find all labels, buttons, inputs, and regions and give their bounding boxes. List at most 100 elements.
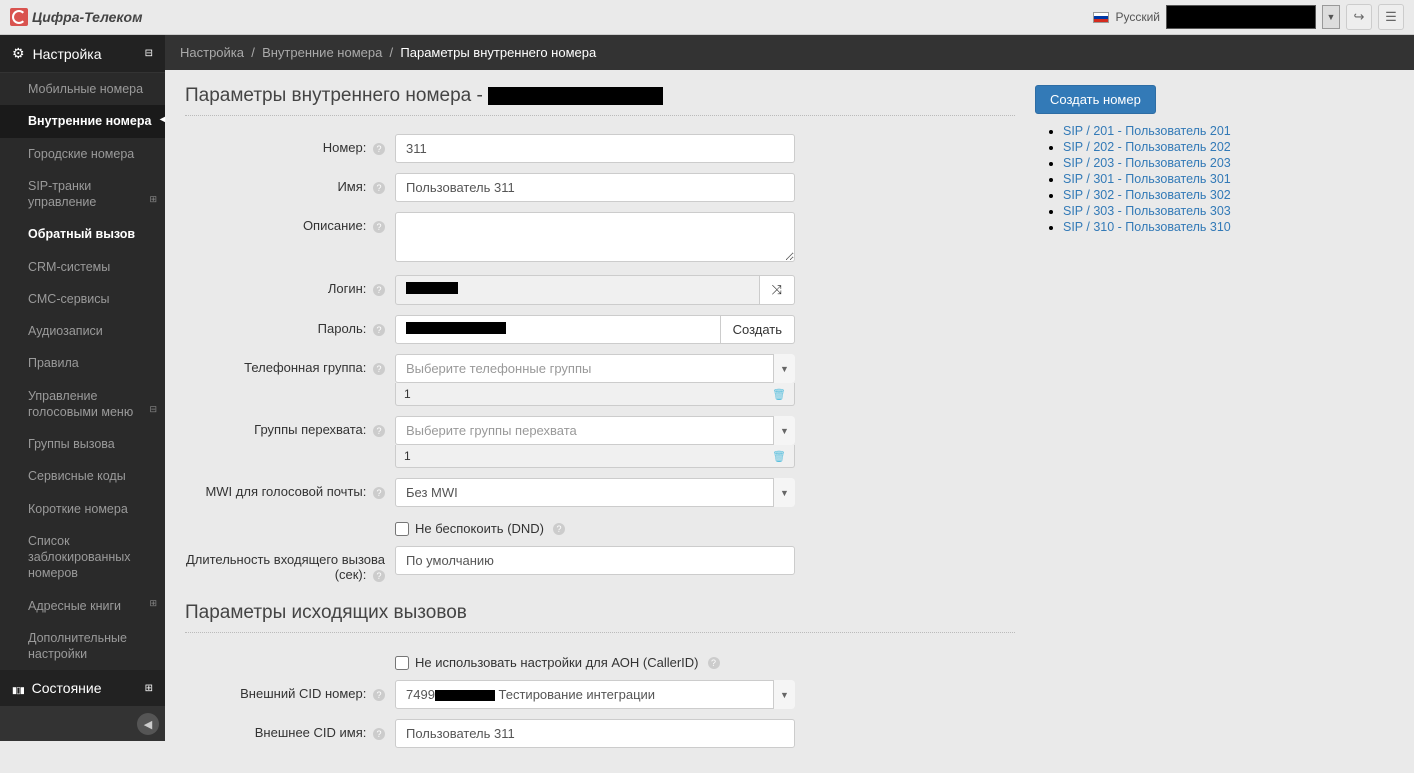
no-callerid-checkbox[interactable] xyxy=(395,656,409,670)
phone-group-tag: 1 🗑 xyxy=(395,383,795,406)
expand-icon: ⊞ xyxy=(149,598,157,610)
page-title: Параметры внутреннего номера - xyxy=(185,85,1015,107)
breadcrumb-l2[interactable]: Внутренние номера xyxy=(262,45,382,60)
sidebar-section-settings[interactable]: Настройка ⊟ xyxy=(0,35,165,73)
sidebar-item-additional[interactable]: Дополнительные настройки xyxy=(0,622,165,671)
help-icon[interactable]: ? xyxy=(373,363,385,375)
help-icon[interactable]: ? xyxy=(373,324,385,336)
topbar: Цифра-Телеком Русский ▼ xyxy=(0,0,1414,35)
sidebar-section-label: Настройка xyxy=(33,46,102,62)
create-number-button[interactable]: Создать номер xyxy=(1035,85,1156,114)
sidebar-item-callgroups[interactable]: Группы вызова xyxy=(0,428,165,460)
sip-item: SIP / 301 - Пользователь 301 xyxy=(1063,172,1235,186)
help-icon[interactable]: ? xyxy=(373,689,385,701)
generate-password-button[interactable]: Создать xyxy=(721,315,795,344)
expand-icon: ⊟ xyxy=(149,404,157,416)
regenerate-login-button[interactable] xyxy=(760,275,795,305)
sidebar-item-rules[interactable]: Правила xyxy=(0,347,165,379)
sidebar-item-servicecodes[interactable]: Сервисные коды xyxy=(0,460,165,492)
user-select-caret[interactable]: ▼ xyxy=(1322,5,1340,29)
help-icon[interactable]: ? xyxy=(373,425,385,437)
name-input[interactable] xyxy=(395,173,795,202)
redacted-cid xyxy=(435,690,495,701)
breadcrumb-l3: Параметры внутреннего номера xyxy=(400,45,596,60)
sidebar-collapse-button[interactable]: ◀ xyxy=(137,713,159,735)
sip-item: SIP / 310 - Пользователь 310 xyxy=(1063,220,1235,234)
sidebar-item-addressbook[interactable]: Адресные книги⊞ xyxy=(0,590,165,622)
sidebar-item-mobile[interactable]: Мобильные номера xyxy=(0,73,165,105)
user-select[interactable] xyxy=(1166,5,1316,29)
help-icon[interactable]: ? xyxy=(373,284,385,296)
brand-icon xyxy=(10,8,28,26)
sidebar: Настройка ⊟ Мобильные номера Внутренние … xyxy=(0,35,165,741)
ext-cid-num-select[interactable]: 7499 Тестирование интеграции ▼ xyxy=(395,680,795,709)
sip-item: SIP / 302 - Пользователь 302 xyxy=(1063,188,1235,202)
sidebar-item-ivr[interactable]: Управление голосовыми меню⊟ xyxy=(0,380,165,429)
label-login: Логин: xyxy=(328,281,367,296)
chart-icon xyxy=(12,680,24,696)
label-description: Описание: xyxy=(303,218,366,233)
label-mwi: MWI для голосовой почты: xyxy=(205,484,366,499)
sip-item: SIP / 201 - Пользователь 201 xyxy=(1063,124,1235,138)
breadcrumb: Настройка / Внутренние номера / Параметр… xyxy=(165,35,1414,70)
help-icon[interactable]: ? xyxy=(373,487,385,499)
sidebar-item-audio[interactable]: Аудиозаписи xyxy=(0,315,165,347)
sidebar-item-internal[interactable]: Внутренние номера xyxy=(0,105,165,137)
flag-ru-icon xyxy=(1093,12,1109,23)
sidebar-item-city[interactable]: Городские номера xyxy=(0,138,165,170)
sidebar-item-callback[interactable]: Обратный вызов xyxy=(0,218,165,250)
password-input[interactable] xyxy=(395,315,721,344)
brand-logo[interactable]: Цифра-Телеком xyxy=(10,8,142,26)
help-icon[interactable]: ? xyxy=(373,570,385,582)
sip-item: SIP / 303 - Пользователь 303 xyxy=(1063,204,1235,218)
label-no-callerid: Не использовать настройки для АОН (Calle… xyxy=(415,655,699,670)
logout-button[interactable] xyxy=(1346,4,1372,30)
brand-text: Цифра-Телеком xyxy=(32,9,142,25)
redacted-password xyxy=(406,322,506,334)
outgoing-section-title: Параметры исходящих вызовов xyxy=(185,602,1015,624)
redacted-login xyxy=(406,282,458,294)
sidebar-item-crm[interactable]: CRM-системы xyxy=(0,251,165,283)
description-textarea[interactable] xyxy=(395,212,795,262)
expand-icon: ⊞ xyxy=(149,194,157,206)
dnd-checkbox[interactable] xyxy=(395,522,409,536)
label-pickup-group: Группы перехвата: xyxy=(254,422,366,437)
chevron-down-icon: ▼ xyxy=(773,478,795,507)
help-icon[interactable]: ? xyxy=(373,728,385,740)
label-dnd: Не беспокоить (DND) xyxy=(415,521,544,536)
label-name: Имя: xyxy=(337,179,366,194)
sidebar-item-sms[interactable]: СМС-сервисы xyxy=(0,283,165,315)
help-icon[interactable]: ? xyxy=(553,523,565,535)
chevron-down-icon: ▼ xyxy=(773,354,795,383)
help-icon[interactable]: ? xyxy=(373,221,385,233)
label-duration: Длительность входящего вызова (сек): xyxy=(186,552,385,582)
login-input xyxy=(395,275,760,305)
sidebar-section-status[interactable]: Состояние ⊞ xyxy=(0,670,165,707)
breadcrumb-l1[interactable]: Настройка xyxy=(180,45,244,60)
phone-group-select[interactable]: Выберите телефонные группы ▼ xyxy=(395,354,795,383)
help-icon[interactable]: ? xyxy=(373,143,385,155)
language-label[interactable]: Русский xyxy=(1115,10,1160,24)
sidebar-item-blocklist[interactable]: Список заблокированных номеров xyxy=(0,525,165,590)
help-icon[interactable]: ? xyxy=(708,657,720,669)
mwi-select[interactable]: Без MWI ▼ xyxy=(395,478,795,507)
duration-input[interactable] xyxy=(395,546,795,575)
label-ext-cid-name: Внешнее CID имя: xyxy=(255,725,367,740)
menu-toggle-button[interactable] xyxy=(1378,4,1404,30)
label-phone-group: Телефонная группа: xyxy=(244,360,366,375)
help-icon[interactable]: ? xyxy=(373,182,385,194)
sidebar-section-label: Состояние xyxy=(32,680,102,696)
trash-icon[interactable]: 🗑 xyxy=(772,388,786,401)
sidebar-item-shortnums[interactable]: Короткие номера xyxy=(0,493,165,525)
ext-cid-name-input[interactable] xyxy=(395,719,795,748)
label-ext-cid-num: Внешний CID номер: xyxy=(240,686,366,701)
collapse-icon: ⊟ xyxy=(145,48,153,59)
sidebar-item-siptrunk[interactable]: SIP-транки управление⊞ xyxy=(0,170,165,219)
pickup-group-select[interactable]: Выберите группы перехвата ▼ xyxy=(395,416,795,445)
redacted-title xyxy=(488,87,663,105)
sip-list: SIP / 201 - Пользователь 201 SIP / 202 -… xyxy=(1035,124,1235,234)
expand-icon: ⊞ xyxy=(145,683,153,694)
label-number: Номер: xyxy=(323,140,367,155)
trash-icon[interactable]: 🗑 xyxy=(772,450,786,463)
number-input[interactable] xyxy=(395,134,795,163)
